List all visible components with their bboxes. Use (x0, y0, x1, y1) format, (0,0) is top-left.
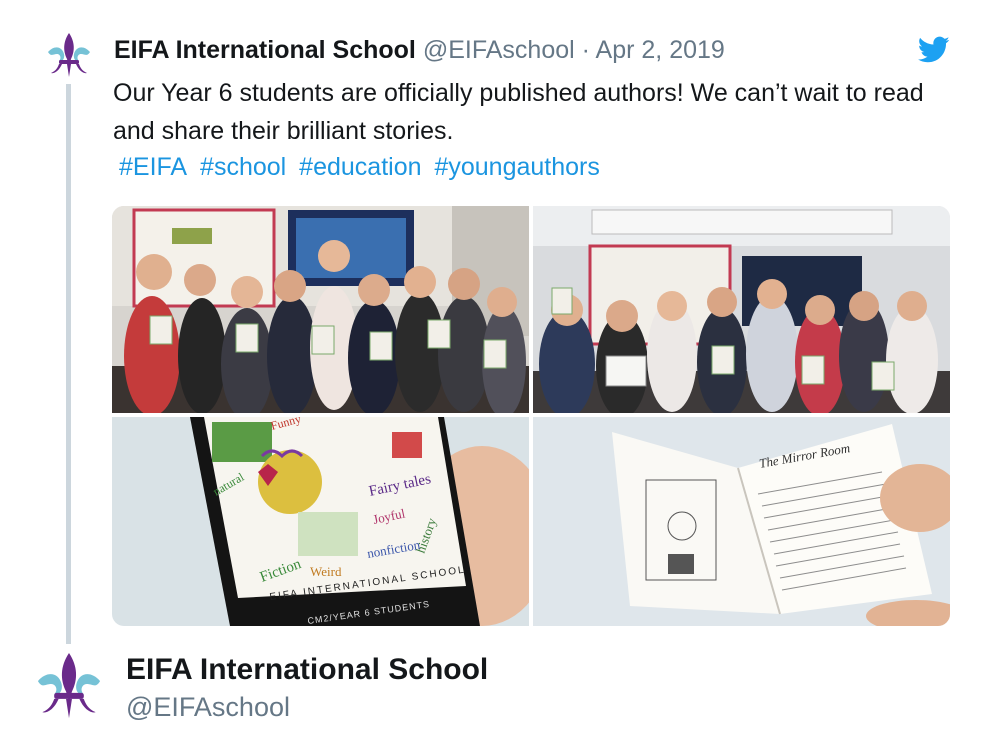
class-photo-1[interactable] (112, 206, 529, 420)
separator-dot: · (581, 36, 590, 64)
fleur-de-lis-icon[interactable] (32, 650, 106, 724)
hashtag-list: #EIFA #school #education #youngauthors (119, 148, 600, 186)
fleur-de-lis-icon[interactable] (44, 30, 94, 82)
author-handle[interactable]: @EIFAschool (423, 36, 575, 64)
media-grid: Fairy tales Joyful history Fiction Weird… (112, 206, 950, 626)
tweet-date[interactable]: Apr 2, 2019 (596, 36, 725, 64)
twitter-bird-icon[interactable] (917, 36, 950, 64)
hashtag-link[interactable]: #school (200, 153, 286, 181)
author-name[interactable]: EIFA International School (114, 36, 416, 64)
hashtag-link[interactable]: #EIFA (119, 153, 187, 181)
book-open-photo[interactable]: The Mirror Room (533, 417, 950, 626)
hashtag-link[interactable]: #education (299, 153, 421, 181)
thread-line (66, 84, 71, 644)
hashtag-link[interactable]: #youngauthors (434, 153, 599, 181)
tweet-header: EIFA International School @EIFAschool · … (114, 32, 725, 68)
tweet-text: Our Year 6 students are officially publi… (113, 79, 924, 145)
svg-text:Weird: Weird (310, 564, 342, 579)
book-cover-photo[interactable]: Fairy tales Joyful history Fiction Weird… (112, 411, 552, 626)
profile-handle[interactable]: @EIFAschool (126, 690, 290, 724)
profile-name[interactable]: EIFA International School (126, 652, 488, 688)
class-photo-2[interactable] (533, 206, 950, 418)
